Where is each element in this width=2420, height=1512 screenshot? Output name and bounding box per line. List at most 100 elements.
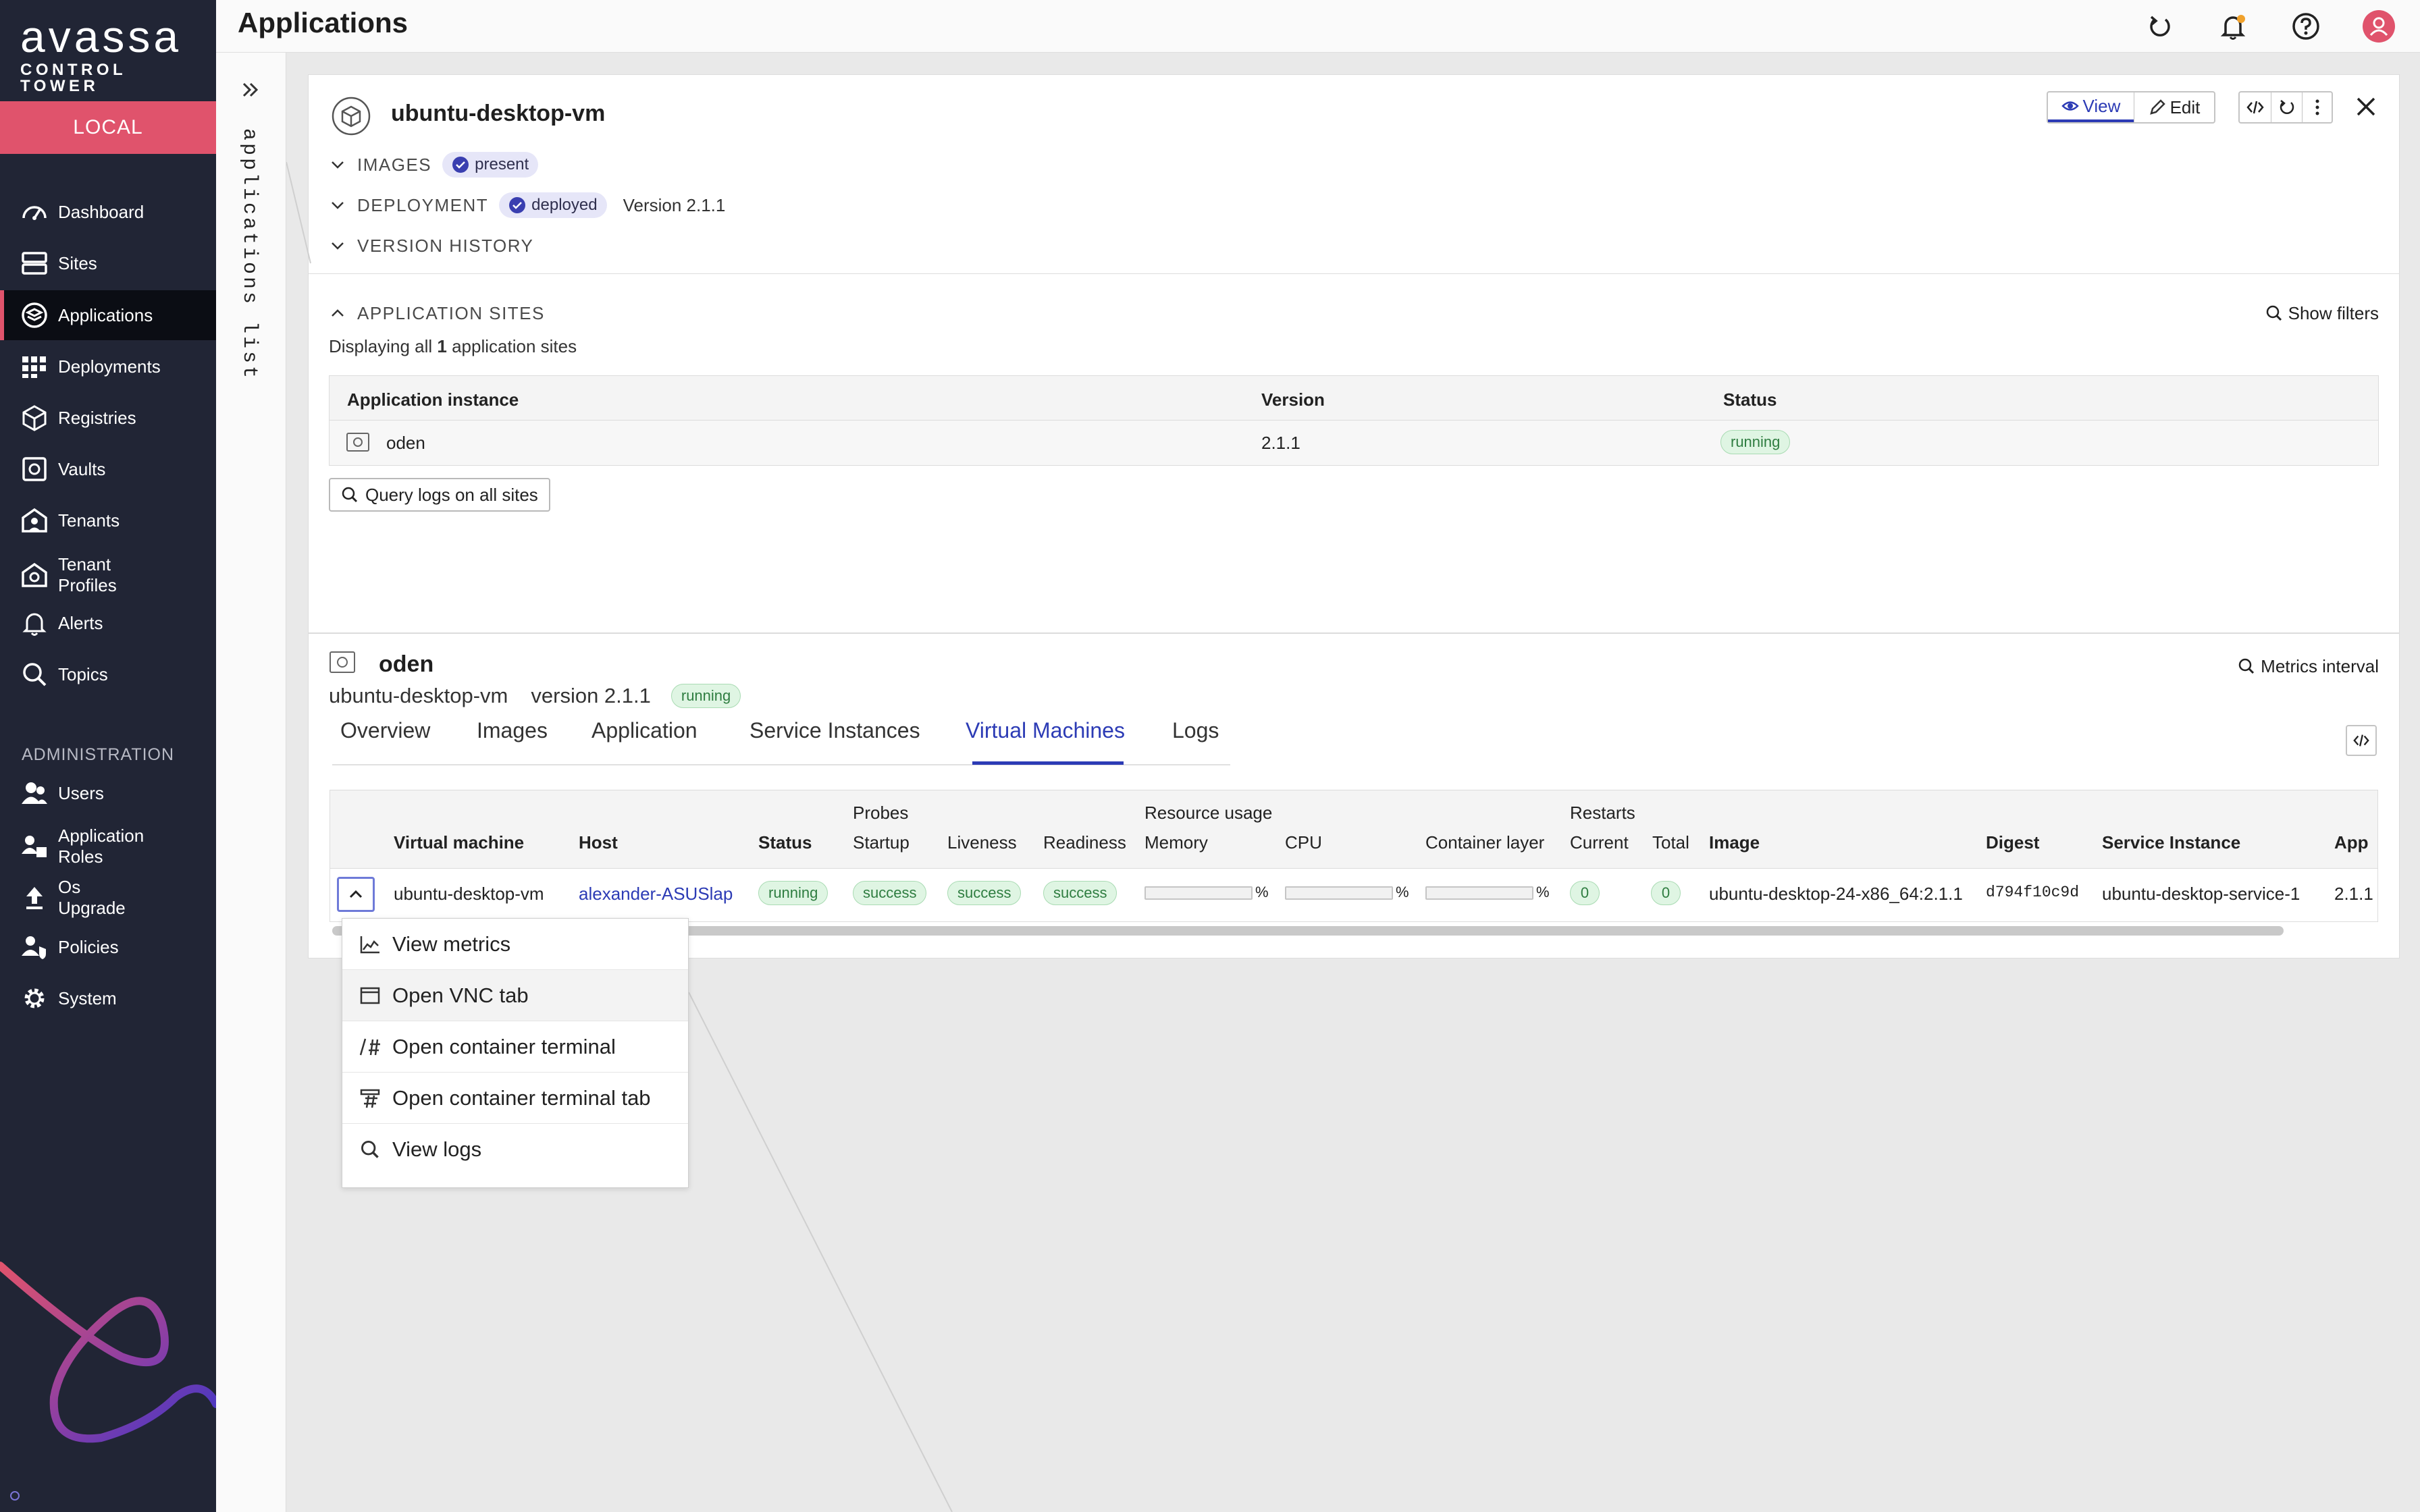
user-menu-button[interactable] [2362, 9, 2396, 43]
brand-logo[interactable]: avassa CONTROL TOWER [20, 9, 197, 94]
menu-item-view-metrics[interactable]: View metrics [342, 919, 688, 970]
edit-mode-label: Edit [2169, 97, 2201, 117]
tab-images[interactable]: Images [477, 718, 548, 743]
brand-product: CONTROL TOWER [20, 61, 126, 95]
column-header: Readiness [1043, 832, 1126, 853]
refresh-app-button[interactable] [2271, 92, 2302, 122]
sidebar-item-label: System [58, 988, 117, 1008]
close-icon [2357, 97, 2375, 116]
table-row[interactable]: oden 2.1.1 running [330, 421, 2378, 465]
deployments-icon [22, 356, 46, 378]
menu-item-label: View metrics [392, 932, 511, 956]
sidebar-item-dashboard[interactable]: Dashboard [0, 187, 216, 237]
applications-icon [22, 302, 47, 328]
sidebar-item-os-upgrade[interactable]: Os Upgrade [0, 869, 216, 926]
help-button[interactable] [2289, 9, 2323, 43]
show-filters-button[interactable]: Show filters [2265, 301, 2379, 325]
row-actions-toggle[interactable] [337, 877, 375, 912]
images-section-label: IMAGES [357, 154, 432, 175]
sidebar-item-deployments[interactable]: Deployments [0, 342, 216, 392]
admin-section-heading: ADMINISTRATION [22, 745, 175, 764]
group-header-probes: Probes [853, 803, 909, 823]
column-header: Status [758, 832, 812, 853]
user-icon [2363, 10, 2395, 43]
edit-mode-button[interactable]: Edit [2133, 92, 2214, 122]
column-header: Current [1570, 832, 1629, 853]
host-link[interactable]: alexander-ASUSlap [579, 884, 733, 905]
site-icon [330, 651, 355, 673]
menu-item-label: Open container terminal tab [392, 1085, 651, 1110]
notifications-button[interactable] [2216, 9, 2250, 43]
restarts-total-badge: 0 [1651, 881, 1681, 905]
sidebar-item-alerts[interactable]: Alerts [0, 598, 216, 648]
kebab-menu-icon [2315, 99, 2319, 115]
status-badge: running [670, 684, 741, 708]
menu-item-open-container-terminal[interactable]: Open container terminal [342, 1021, 688, 1073]
tenants-icon [22, 508, 47, 533]
sidebar-item-topics[interactable]: Topics [0, 649, 216, 699]
view-source-button[interactable] [2240, 92, 2271, 122]
brand-name: avassa [20, 11, 182, 61]
sidebar-item-label: Application Roles [58, 826, 144, 867]
liveness-probe-badge: success [947, 881, 1022, 905]
column-header: Total [1652, 832, 1689, 853]
tab-service-instances[interactable]: Service Instances [749, 718, 920, 743]
sidebar-item-applications[interactable]: Applications [0, 290, 216, 340]
images-section-toggle[interactable]: IMAGES present [329, 152, 539, 178]
application-sites-panel: APPLICATION SITES Show filters Displayin… [308, 274, 2400, 633]
tab-overview[interactable]: Overview [340, 718, 430, 743]
menu-item-open-container-terminal-tab[interactable]: Open container terminal tab [342, 1073, 688, 1124]
container-layer-usage-bar [1425, 886, 1533, 900]
sidebar-item-tenants[interactable]: Tenants [0, 495, 216, 545]
sidebar-item-label: Os Upgrade [58, 877, 126, 918]
sidebar-item-policies[interactable]: Policies [0, 922, 216, 972]
column-header: Host [579, 832, 618, 853]
menu-item-view-logs[interactable]: View logs [342, 1124, 688, 1175]
sidebar-item-users[interactable]: Users [0, 768, 216, 818]
sidebar-item-label: Dashboard [58, 201, 144, 222]
application-name: ubuntu-desktop-vm [391, 101, 606, 126]
column-header: App [2334, 832, 2369, 853]
query-logs-button[interactable]: Query logs on all sites [329, 478, 550, 512]
sidebar-item-vaults[interactable]: Vaults [0, 444, 216, 494]
table-row: ubuntu-desktop-vm alexander-ASUSlap runn… [330, 869, 2377, 919]
search-icon [342, 487, 358, 503]
sidebar-item-system[interactable]: System [0, 973, 216, 1023]
menu-item-open-vnc-tab[interactable]: Open VNC tab [342, 970, 688, 1021]
refresh-button[interactable] [2143, 9, 2177, 43]
sidebar-item-label: Topics [58, 664, 108, 684]
column-header: Liveness [947, 832, 1017, 853]
application-sites-table: Application instance Version Status oden… [329, 375, 2379, 466]
registries-icon [22, 405, 47, 431]
deployment-section-label: DEPLOYMENT [357, 194, 489, 215]
application-sites-toggle[interactable]: APPLICATION SITES [329, 301, 545, 325]
vm-source-button[interactable] [2346, 725, 2377, 756]
tab-virtual-machines[interactable]: Virtual Machines [966, 718, 1125, 743]
close-panel-button[interactable] [2349, 90, 2383, 124]
environment-banner: LOCAL [0, 101, 216, 154]
sidebar-item-tenant-profiles[interactable]: Tenant Profiles [0, 547, 216, 603]
site-version: 2.1.1 [1261, 433, 1300, 453]
sidebar-item-sites[interactable]: Sites [0, 238, 216, 288]
view-mode-button[interactable]: View [2048, 92, 2134, 122]
chevron-down-icon [332, 242, 344, 250]
metrics-interval-button[interactable]: Metrics interval [2238, 654, 2379, 678]
applications-list-label[interactable]: applications list [238, 128, 261, 381]
version-history-toggle[interactable]: VERSION HISTORY [329, 233, 533, 259]
site-app-summary: ubuntu-desktop-vm version 2.1.1 running [329, 684, 741, 708]
active-tab-indicator [972, 761, 1124, 765]
tab-application[interactable]: Application [591, 718, 698, 743]
app-actions-group [2238, 91, 2333, 124]
sidebar-item-application-roles[interactable]: Application Roles [0, 818, 216, 875]
expand-list-button[interactable] [235, 74, 266, 105]
column-header: Virtual machine [394, 832, 525, 853]
policies-icon [22, 936, 46, 959]
tab-logs[interactable]: Logs [1172, 718, 1219, 743]
column-header: Version [1261, 389, 1325, 410]
sidebar-item-registries[interactable]: Registries [0, 393, 216, 443]
refresh-icon [2280, 100, 2294, 114]
version-history-label: VERSION HISTORY [357, 235, 534, 256]
menu-item-label: Open VNC tab [392, 983, 529, 1007]
deployment-section-toggle[interactable]: DEPLOYMENT deployed Version 2.1.1 [329, 192, 725, 218]
more-options-button[interactable] [2302, 92, 2332, 122]
